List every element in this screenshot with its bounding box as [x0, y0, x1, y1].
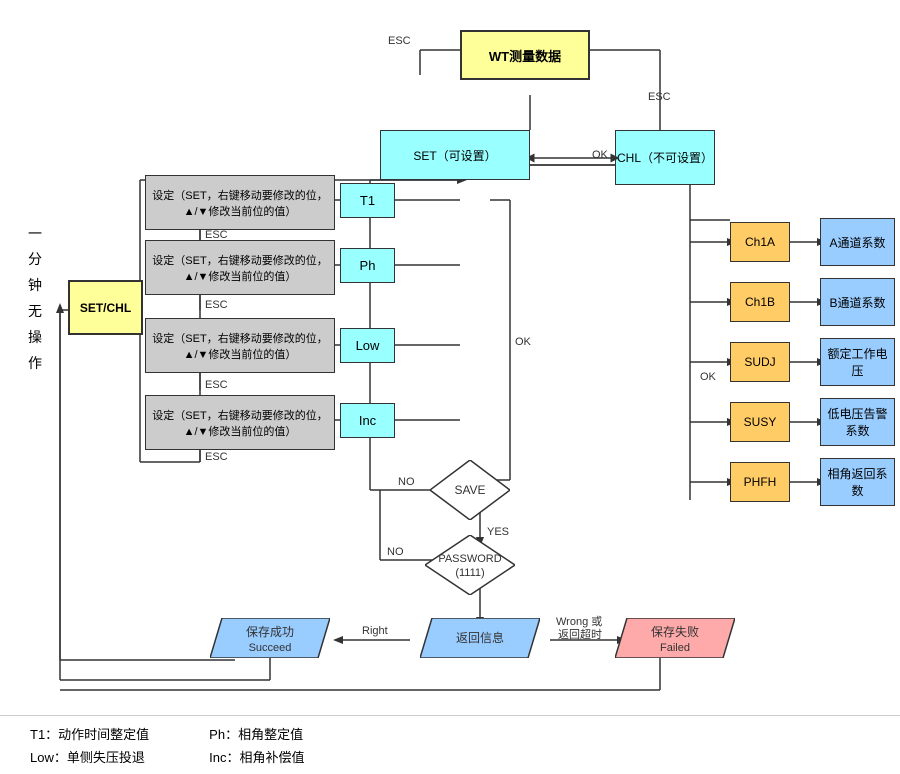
svg-text:ESC: ESC: [205, 299, 228, 311]
ph-node: Ph: [340, 248, 395, 283]
svg-text:ESC: ESC: [205, 451, 228, 463]
svg-text:OK: OK: [515, 336, 532, 348]
return-info: 返回信息: [420, 618, 540, 658]
wt-node: WT测量数据: [460, 30, 590, 80]
set-chl-arrow: [530, 148, 620, 168]
legend: T1：动作时间整定值 Low：单侧失压投退 Ph：相角整定值 Inc：相角补偿值: [0, 715, 900, 774]
set-node: SET（可设置）: [380, 130, 530, 180]
legend-t1: T1：动作时间整定值: [30, 724, 149, 743]
one-minute-label: 一 分 钟 无 操 作: [20, 100, 50, 500]
svg-text:返回信息: 返回信息: [456, 630, 504, 645]
low-v-node: 低电压告警系数: [820, 398, 895, 446]
save-diamond: SAVE: [430, 460, 510, 520]
b-coeff-node: B通道系数: [820, 278, 895, 326]
susy-node: SUSY: [730, 402, 790, 442]
svg-text:PASSWORD: PASSWORD: [438, 553, 501, 565]
svg-text:保存成功: 保存成功: [246, 625, 294, 639]
t1-node: T1: [340, 183, 395, 218]
chl-node: CHL（不可设置）: [615, 130, 715, 185]
save-success: 保存成功 Succeed: [210, 618, 330, 658]
svg-text:ESC: ESC: [205, 379, 228, 391]
svg-text:Failed: Failed: [660, 642, 690, 654]
legend-col-2: Ph：相角整定值 Inc：相角补偿值: [209, 724, 304, 766]
ph-desc: 设定（SET，右键移动要修改的位，▲/▼修改当前位的值）: [145, 240, 335, 295]
svg-text:NO: NO: [398, 476, 415, 488]
legend-ph: Ph：相角整定值: [209, 724, 304, 743]
rated-v-node: 额定工作电压: [820, 338, 895, 386]
ch1a-node: Ch1A: [730, 222, 790, 262]
sudj-node: SUDJ: [730, 342, 790, 382]
svg-text:SAVE: SAVE: [454, 483, 485, 497]
svg-text:Right: Right: [362, 625, 388, 637]
svg-text:ESC: ESC: [648, 91, 671, 103]
legend-col-1: T1：动作时间整定值 Low：单侧失压投退: [30, 724, 149, 766]
low-node: Low: [340, 328, 395, 363]
svg-text:保存失败: 保存失败: [651, 624, 699, 639]
svg-text:NO: NO: [387, 546, 404, 558]
a-coeff-node: A通道系数: [820, 218, 895, 266]
phfh-node: PHFH: [730, 462, 790, 502]
svg-text:OK: OK: [700, 371, 717, 383]
save-fail: 保存失败 Failed: [615, 618, 735, 658]
legend-low: Low：单侧失压投退: [30, 747, 149, 766]
setchl-node: SET/CHL: [68, 280, 143, 335]
svg-text:Succeed: Succeed: [249, 642, 292, 654]
low-desc: 设定（SET，右键移动要修改的位，▲/▼修改当前位的值）: [145, 318, 335, 373]
ch1b-node: Ch1B: [730, 282, 790, 322]
svg-text:返回超时: 返回超时: [558, 627, 602, 641]
t1-desc: 设定（SET，右键移动要修改的位，▲/▼修改当前位的值）: [145, 175, 335, 230]
inc-desc: 设定（SET，右键移动要修改的位，▲/▼修改当前位的值）: [145, 395, 335, 450]
svg-text:Wrong 或: Wrong 或: [556, 615, 602, 628]
inc-node: Inc: [340, 403, 395, 438]
diagram: ESC ESC ESC ESC OK NO YES: [0, 0, 900, 720]
password-diamond: PASSWORD (1111): [425, 535, 515, 595]
phase-coeff-node: 相角返回系数: [820, 458, 895, 506]
svg-text:ESC: ESC: [388, 35, 411, 47]
svg-text:(1111): (1111): [455, 567, 484, 579]
legend-inc: Inc：相角补偿值: [209, 747, 304, 766]
